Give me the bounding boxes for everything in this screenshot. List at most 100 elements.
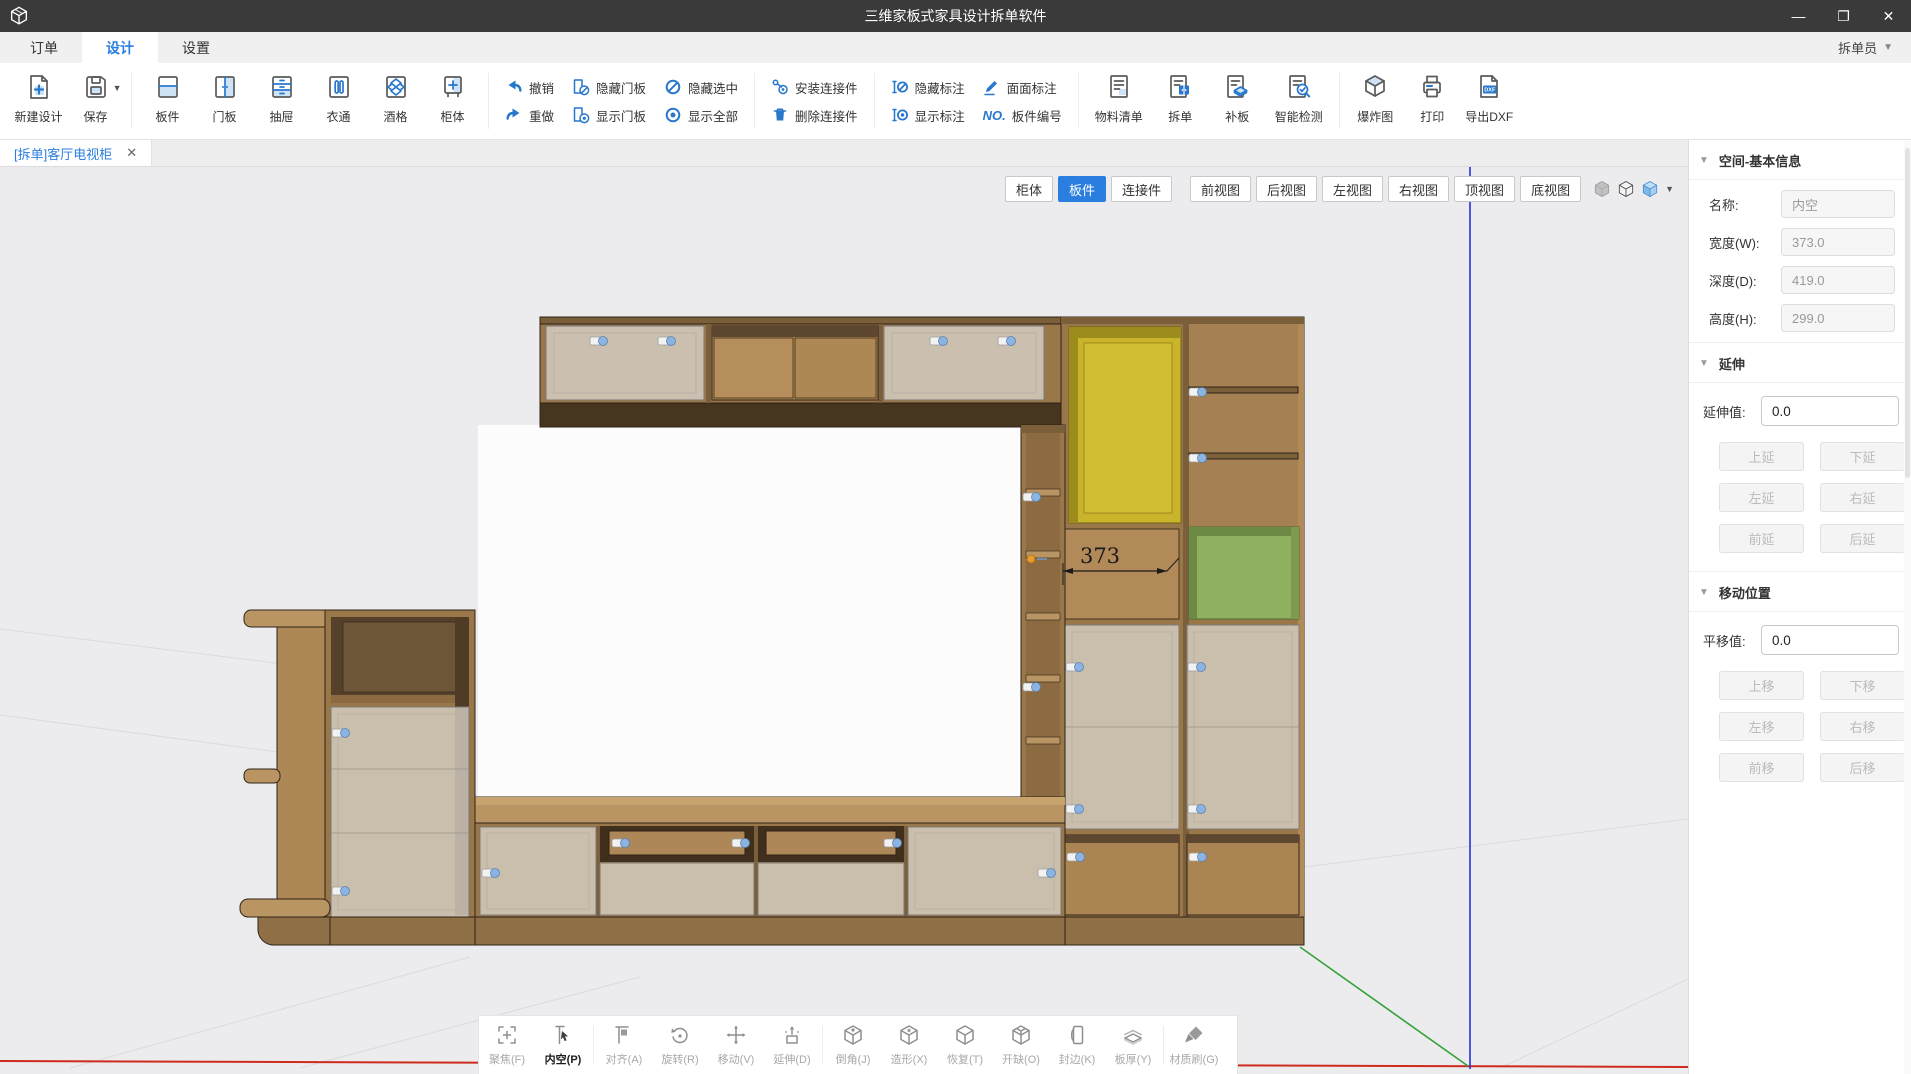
extend-value-input[interactable]: [1761, 396, 1899, 426]
notch-tool[interactable]: 开缺(O): [993, 1016, 1049, 1074]
extend-left-button[interactable]: 左延: [1719, 483, 1804, 512]
explode-view-button[interactable]: 爆炸图: [1347, 63, 1404, 139]
section-header-basic-info[interactable]: ▼ 空间-基本信息: [1689, 140, 1911, 180]
depth-field[interactable]: [1781, 266, 1895, 294]
tv-bench[interactable]: [475, 797, 1065, 945]
patch-panel-button[interactable]: 补板: [1209, 63, 1266, 139]
move-left-button[interactable]: 左移: [1719, 712, 1804, 741]
wall-cabinet-row[interactable]: [540, 317, 1061, 427]
view-front-button[interactable]: 前视图: [1190, 176, 1251, 202]
save-button[interactable]: ▼ 保存: [67, 63, 124, 139]
mode-connector-button[interactable]: 连接件: [1111, 176, 1172, 202]
highlight-yellow-cell[interactable]: [1069, 327, 1181, 523]
smart-check-button[interactable]: 智能检测: [1266, 63, 1332, 139]
left-cabinet[interactable]: [240, 610, 475, 945]
chevron-down-icon[interactable]: ▼: [1699, 155, 1709, 166]
panel-thickness-tool[interactable]: 板厚(Y): [1105, 1016, 1161, 1074]
restore-tool[interactable]: 恢复(T): [937, 1016, 993, 1074]
extend-down-button[interactable]: 下延: [1820, 442, 1905, 471]
bom-button[interactable]: 物料清单: [1086, 63, 1152, 139]
view-top-button[interactable]: 顶视图: [1454, 176, 1515, 202]
middle-shelf-column[interactable]: [1021, 425, 1065, 805]
render-wireframe-cube-icon[interactable]: [1616, 179, 1636, 199]
new-design-button[interactable]: 新建设计: [10, 63, 67, 139]
tab-order[interactable]: 订单: [6, 32, 82, 63]
extend-up-button[interactable]: 上延: [1719, 442, 1804, 471]
drawer-button[interactable]: 抽屉: [253, 63, 310, 139]
tab-design[interactable]: 设计: [82, 32, 158, 63]
move-front-button[interactable]: 前移: [1719, 753, 1804, 782]
align-tool[interactable]: 对齐(A): [596, 1016, 652, 1074]
save-dropdown-caret[interactable]: ▼: [113, 83, 122, 93]
viewport-3d[interactable]: 373 柜体 板件 连接件 前视图 后视图 左视图 右视图 顶视图 底视图: [0, 167, 1688, 1074]
split-order-button[interactable]: 拆单: [1152, 63, 1209, 139]
menu-bar: 订单 设计 设置 拆单员 ▼: [0, 32, 1911, 63]
panel-button[interactable]: 板件: [139, 63, 196, 139]
door-panel-button[interactable]: 门板: [196, 63, 253, 139]
tab-settings[interactable]: 设置: [158, 32, 234, 63]
chevron-down-icon[interactable]: ▼: [1699, 358, 1709, 369]
show-all-button[interactable]: 显示全部: [664, 106, 738, 125]
inner-space-tool[interactable]: 内空(P): [535, 1016, 591, 1074]
move-value-input[interactable]: [1761, 625, 1899, 655]
render-shaded-cube-icon[interactable]: [1640, 179, 1660, 199]
render-solid-cube-icon[interactable]: [1592, 179, 1612, 199]
document-tab[interactable]: [拆单]客厅电视柜 ✕: [0, 140, 152, 166]
wine-rack-button[interactable]: 酒格: [367, 63, 424, 139]
render-style-caret[interactable]: ▼: [1665, 184, 1674, 194]
move-tool[interactable]: 移动(V): [708, 1016, 764, 1074]
focus-tool[interactable]: 聚焦(F): [479, 1016, 535, 1074]
redo-button[interactable]: 重做: [505, 106, 554, 125]
view-right-button[interactable]: 右视图: [1388, 176, 1449, 202]
cabinet-body-button[interactable]: 柜体: [424, 63, 481, 139]
scene-3d: 373: [0, 167, 1688, 1074]
chamfer-tool[interactable]: 倒角(J): [825, 1016, 881, 1074]
mode-panel-button[interactable]: 板件: [1058, 176, 1106, 202]
view-back-button[interactable]: 后视图: [1256, 176, 1317, 202]
height-field[interactable]: [1781, 304, 1895, 332]
export-dxf-button[interactable]: DXF 导出DXF: [1461, 63, 1518, 139]
move-back-button[interactable]: 后移: [1820, 753, 1905, 782]
section-header-extend[interactable]: ▼ 延伸: [1689, 342, 1911, 383]
mode-cabinet-button[interactable]: 柜体: [1005, 176, 1053, 202]
width-field[interactable]: [1781, 228, 1895, 256]
shape-tool[interactable]: 造形(X): [881, 1016, 937, 1074]
move-down-button[interactable]: 下移: [1820, 671, 1905, 700]
name-field[interactable]: [1781, 190, 1895, 218]
extend-front-button[interactable]: 前延: [1719, 524, 1804, 553]
extend-right-button[interactable]: 右延: [1820, 483, 1905, 512]
chamfer-cube-icon: [841, 1023, 865, 1047]
section-header-move[interactable]: ▼ 移动位置: [1689, 571, 1911, 612]
move-right-button[interactable]: 右移: [1820, 712, 1905, 741]
show-door-button[interactable]: 显示门板: [572, 106, 646, 125]
rotate-tool[interactable]: 旋转(R): [652, 1016, 708, 1074]
hide-dimension-button[interactable]: 隐藏标注: [891, 78, 965, 97]
hide-selected-button[interactable]: 隐藏选中: [664, 78, 738, 97]
edge-banding-tool[interactable]: 封边(K): [1049, 1016, 1105, 1074]
view-bottom-button[interactable]: 底视图: [1520, 176, 1581, 202]
extend-back-button[interactable]: 后延: [1820, 524, 1905, 553]
scrollbar-thumb[interactable]: [1905, 148, 1910, 478]
cabinet-icon: [439, 71, 467, 103]
user-role-dropdown[interactable]: 拆单员 ▼: [1838, 32, 1893, 63]
close-icon[interactable]: ✕: [126, 145, 137, 161]
show-dimension-button[interactable]: 显示标注: [891, 106, 965, 125]
tall-cabinet-right[interactable]: [1061, 317, 1304, 945]
scrollbar[interactable]: [1904, 140, 1911, 1074]
print-button[interactable]: 打印: [1404, 63, 1461, 139]
new-design-icon: [25, 71, 53, 103]
ribbon-divider: [488, 73, 489, 129]
view-left-button[interactable]: 左视图: [1322, 176, 1383, 202]
delete-connector-button[interactable]: 删除连接件: [771, 106, 858, 125]
face-dimension-button[interactable]: 面面标注: [983, 78, 1062, 97]
move-up-button[interactable]: 上移: [1719, 671, 1804, 700]
clothes-rail-button[interactable]: 衣通: [310, 63, 367, 139]
material-brush-tool[interactable]: 材质刷(G): [1166, 1016, 1222, 1074]
panel-number-button[interactable]: NO. 板件编号: [983, 106, 1062, 125]
highlight-green-cell[interactable]: [1189, 527, 1299, 619]
install-connector-button[interactable]: 安装连接件: [771, 78, 858, 97]
hide-door-button[interactable]: 隐藏门板: [572, 78, 646, 97]
undo-button[interactable]: 撤销: [505, 78, 554, 97]
extend-tool[interactable]: 延伸(D): [764, 1016, 820, 1074]
chevron-down-icon[interactable]: ▼: [1699, 587, 1709, 598]
